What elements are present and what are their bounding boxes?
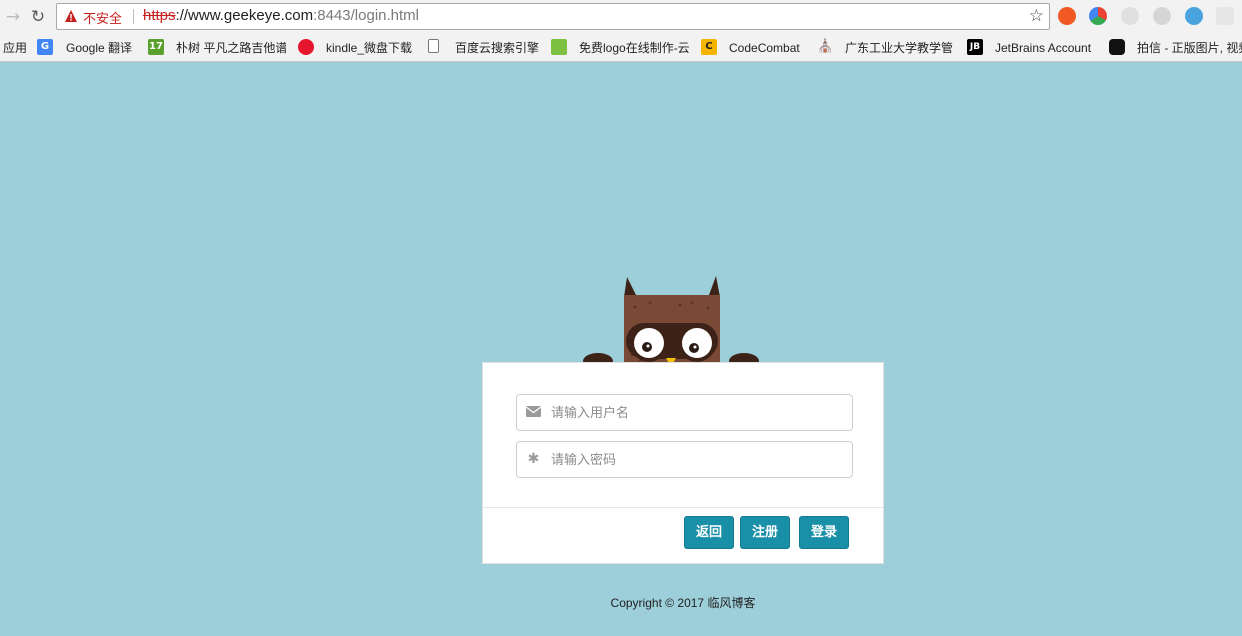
page-icon xyxy=(428,39,439,53)
bookmark-logo-maker[interactable]: 免费logo在线制作-云 xyxy=(579,39,689,57)
logo-maker-icon xyxy=(551,39,567,55)
asterisk-icon: ✱ xyxy=(527,451,540,467)
bookmark-codecombat[interactable]: CodeCombat xyxy=(729,39,800,57)
bookmark-star-icon[interactable]: ☆ xyxy=(1029,6,1044,26)
codecombat-icon: C xyxy=(701,39,717,55)
login-button[interactable]: 登录 xyxy=(799,516,849,549)
bookmarks-bar: 应用 G Google 翻译 17 朴树 平凡之路吉他谱 kindle_微盘下载… xyxy=(0,36,1242,60)
university-icon: ⛪ xyxy=(817,39,834,55)
weibo-icon xyxy=(298,39,314,55)
extension-chrome-icon[interactable] xyxy=(1089,7,1107,25)
bookmark-gdut[interactable]: 广东工业大学教学管 xyxy=(845,39,953,57)
reload-icon[interactable]: ↻ xyxy=(27,6,49,28)
bookmark-jetbrains[interactable]: JetBrains Account xyxy=(995,39,1091,57)
extension-v-icon[interactable] xyxy=(1185,7,1203,25)
bookmark-google-translate[interactable]: Google 翻译 xyxy=(66,39,132,57)
forward-arrow-icon[interactable]: → xyxy=(2,6,24,28)
paixin-icon xyxy=(1109,39,1125,55)
address-bar[interactable]: 不安全 https://www.geekeye.com:8443/login.h… xyxy=(56,3,1050,30)
bookmark-kindle[interactable]: kindle_微盘下载 xyxy=(326,39,412,57)
browser-toolbar: → ↻ 不安全 https://www.geekeye.com:8443/log… xyxy=(0,0,1242,33)
browser-chrome: → ↻ 不安全 https://www.geekeye.com:8443/log… xyxy=(0,0,1242,62)
url-text[interactable]: https://www.geekeye.com:8443/login.html xyxy=(143,7,419,24)
extension-infinity-icon[interactable] xyxy=(1058,7,1076,25)
security-status[interactable]: 不安全 xyxy=(83,8,122,27)
panel-divider xyxy=(483,507,883,508)
url-scheme: https xyxy=(143,7,176,24)
omnibox-divider xyxy=(133,9,134,24)
bookmark-paixin[interactable]: 拍信 - 正版图片, 视频 xyxy=(1137,39,1242,57)
17-site-icon: 17 xyxy=(148,39,164,55)
extension-network-icon[interactable] xyxy=(1121,7,1139,25)
password-field[interactable]: ✱ xyxy=(516,441,853,478)
extension-shield-icon[interactable] xyxy=(1216,7,1234,25)
password-input[interactable] xyxy=(551,449,841,471)
url-path: :8443/login.html xyxy=(313,7,419,24)
login-panel: ✱ 返回 注册 登录 xyxy=(482,362,884,564)
url-host: ://www.geekeye.com xyxy=(175,7,314,24)
jetbrains-icon: JB xyxy=(967,39,983,55)
footer: Copyright © 2017 临风博客 xyxy=(0,594,1242,611)
username-input[interactable] xyxy=(551,402,841,424)
bookmark-baidu-search[interactable]: 百度云搜索引擎 xyxy=(455,39,539,57)
google-translate-icon: G xyxy=(37,39,53,55)
extension-feather-icon[interactable] xyxy=(1153,7,1171,25)
register-button[interactable]: 注册 xyxy=(740,516,790,549)
bookmark-apps[interactable]: 应用 xyxy=(3,39,27,57)
username-field[interactable] xyxy=(516,394,853,431)
owl-mascot-illustration xyxy=(583,276,759,369)
back-button[interactable]: 返回 xyxy=(684,516,734,549)
warning-icon xyxy=(65,10,77,22)
bookmark-guitar-tab[interactable]: 朴树 平凡之路吉他谱 xyxy=(176,39,286,57)
copyright-text: Copyright © 2017 临风博客 xyxy=(610,596,756,610)
envelope-icon xyxy=(525,405,542,420)
